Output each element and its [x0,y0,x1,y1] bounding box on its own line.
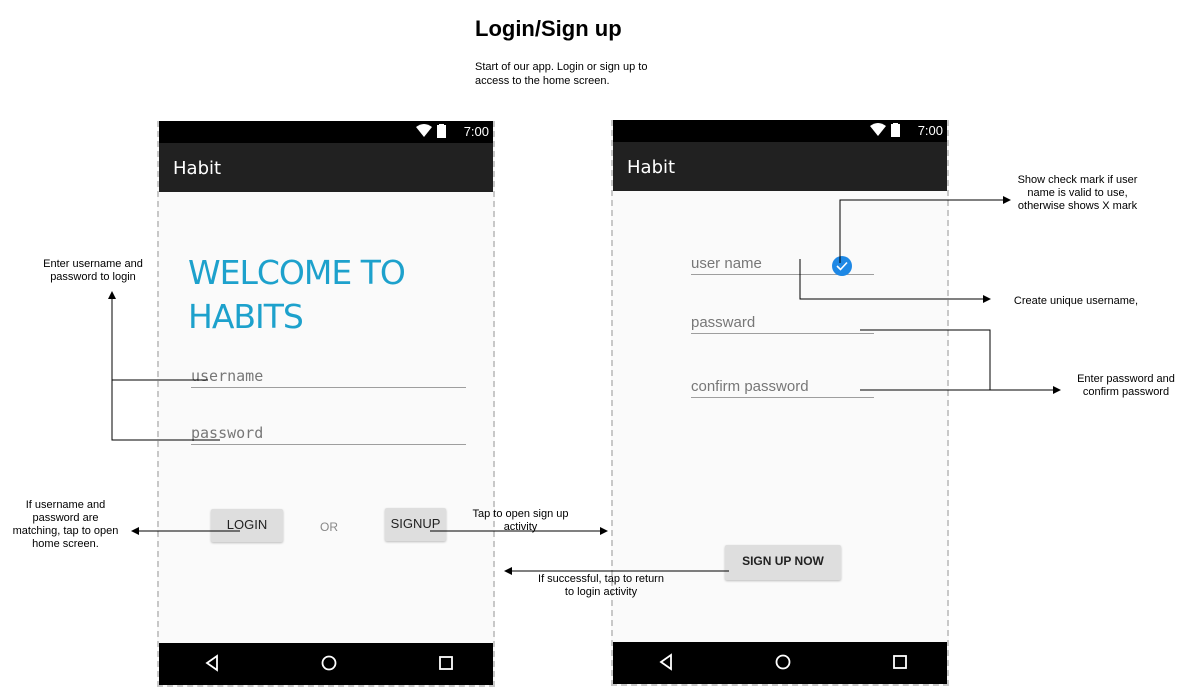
connector-lines [108,196,1061,575]
